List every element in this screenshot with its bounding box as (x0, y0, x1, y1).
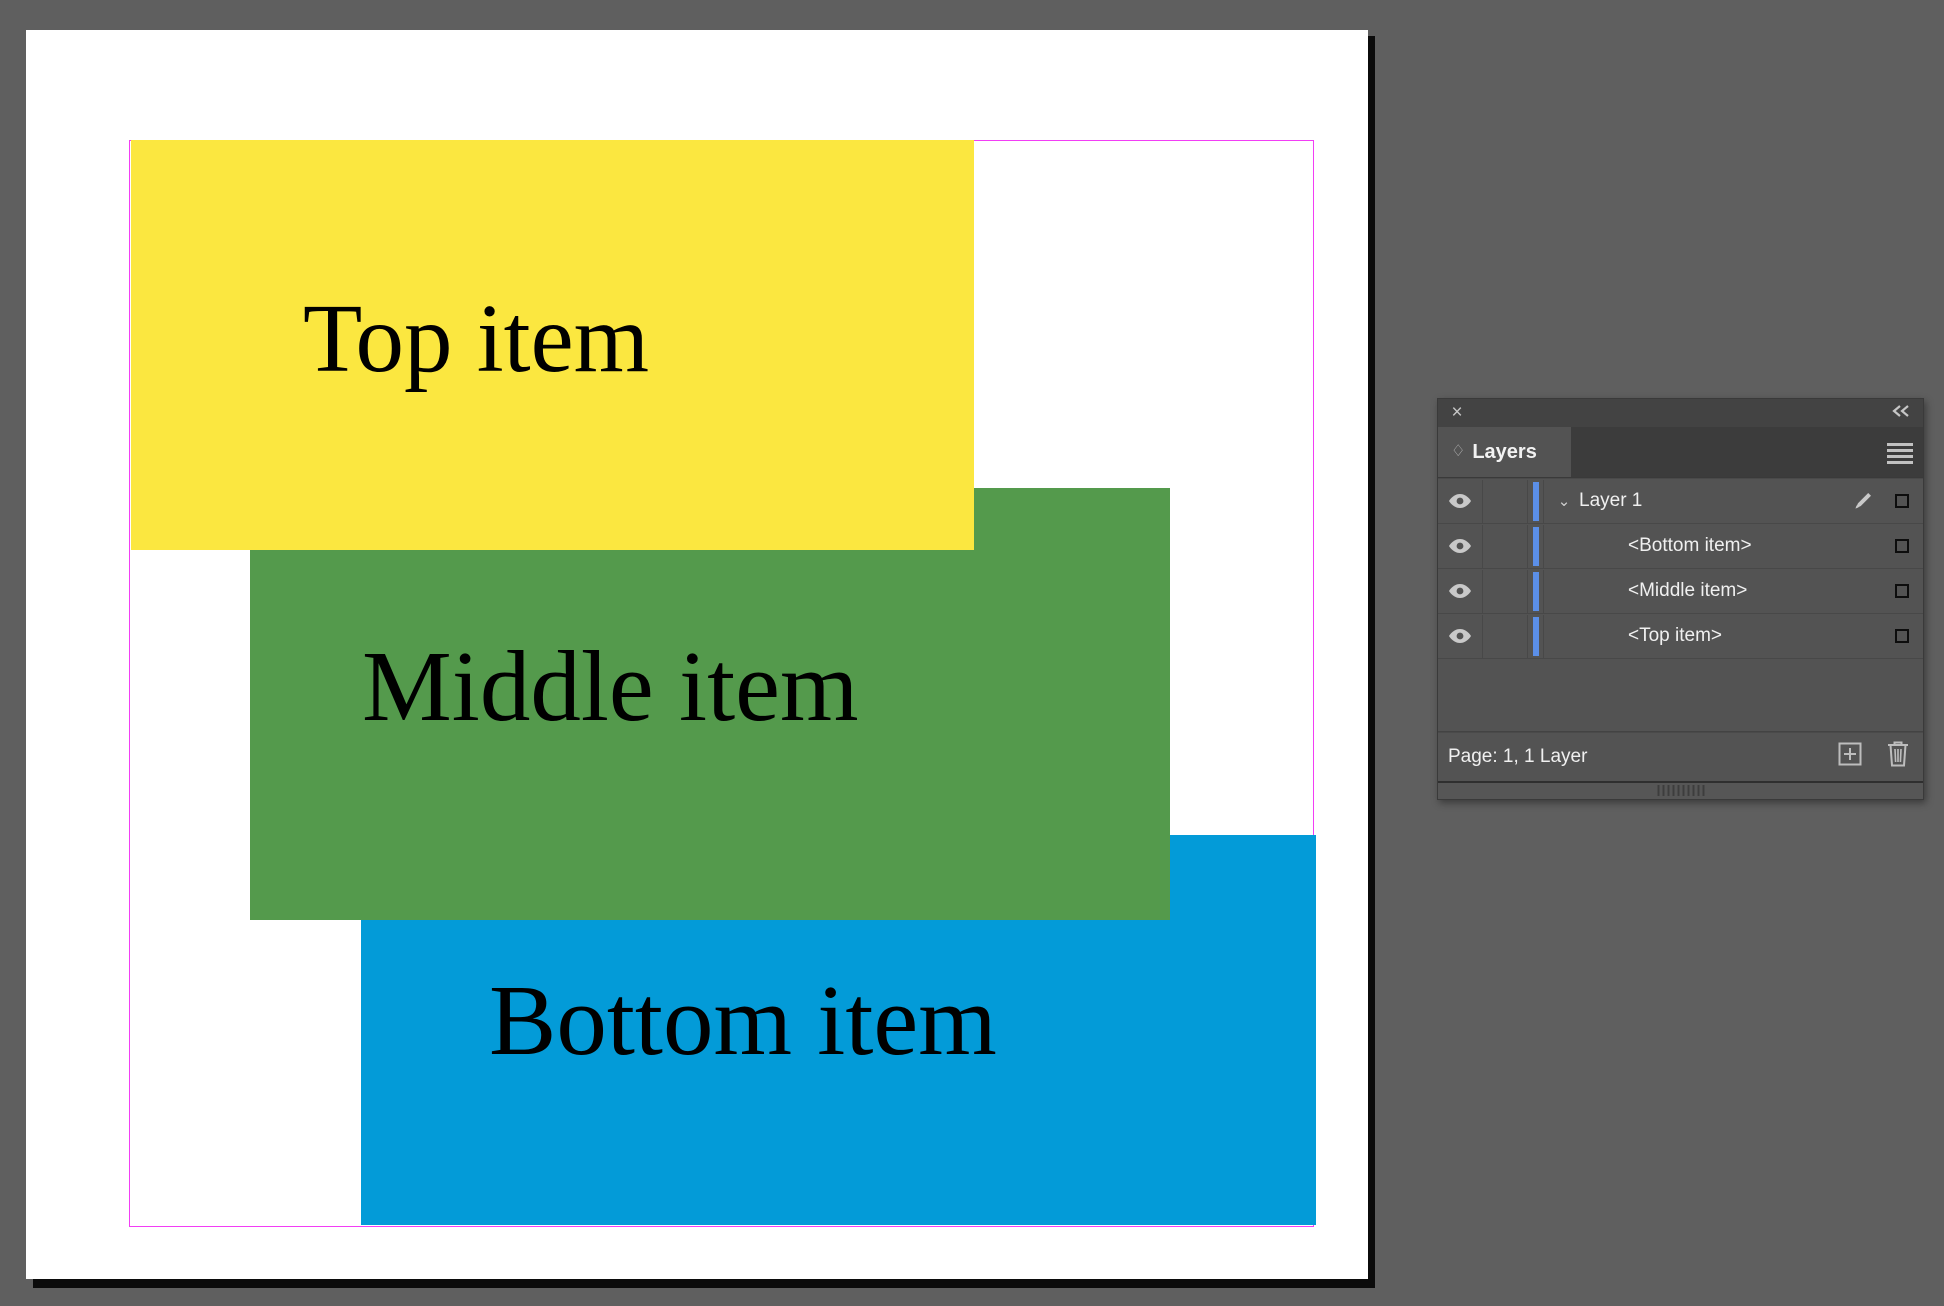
layer-row-middle-item[interactable]: <Middle item> (1438, 569, 1923, 614)
eye-icon (1449, 584, 1471, 598)
target-toggle-bottom-item[interactable] (1881, 539, 1923, 553)
layer-color-bar-layer-1 (1528, 479, 1544, 523)
layer-name-cell-bottom-item[interactable]: <Bottom item> (1544, 525, 1845, 568)
lock-toggle-top-item[interactable] (1483, 614, 1528, 658)
tab-layers-label: Layers (1472, 440, 1537, 463)
visibility-toggle-top-item[interactable] (1438, 614, 1483, 658)
document-canvas[interactable]: Bottom item Middle item Top item (0, 0, 1400, 1306)
layers-panel[interactable]: × ♢ Layers ⌄ Layer 1 <Bottom item> <Midd… (1437, 398, 1924, 800)
panel-menu-icon[interactable] (1887, 443, 1913, 467)
target-square-icon (1895, 584, 1909, 598)
panel-tabbar: ♢ Layers (1438, 427, 1923, 478)
panel-footer: Page: 1, 1 Layer (1438, 732, 1923, 781)
layer-list: ⌄ Layer 1 <Bottom item> <Middle item> <T… (1438, 478, 1923, 732)
layer-label: <Bottom item> (1628, 535, 1752, 556)
art-item-top-label: Top item (303, 285, 650, 392)
target-toggle-layer-1[interactable] (1881, 494, 1923, 508)
panel-resize-grip[interactable] (1438, 781, 1923, 799)
lock-toggle-middle-item[interactable] (1483, 569, 1528, 613)
plus-square-icon (1838, 742, 1862, 766)
layer-color-bar-bottom-item (1528, 524, 1544, 568)
art-item-top[interactable]: Top item (131, 140, 974, 550)
trash-icon (1888, 741, 1908, 767)
target-toggle-top-item[interactable] (1881, 629, 1923, 643)
eye-icon (1449, 494, 1471, 508)
layer-color-bar-top-item (1528, 614, 1544, 658)
menu-line (1887, 443, 1913, 446)
layer-row-layer-1[interactable]: ⌄ Layer 1 (1438, 479, 1923, 524)
art-item-bottom-label: Bottom item (489, 964, 997, 1076)
menu-line (1887, 461, 1913, 464)
panel-group-diamond-icon: ♢ (1451, 443, 1466, 460)
visibility-toggle-bottom-item[interactable] (1438, 524, 1483, 568)
current-layer-pen-icon (1845, 489, 1881, 513)
collapse-panel-icon[interactable] (1891, 402, 1913, 424)
target-toggle-middle-item[interactable] (1881, 584, 1923, 598)
art-item-middle-label: Middle item (362, 630, 859, 742)
tab-layers[interactable]: ♢ Layers (1438, 427, 1571, 477)
target-square-icon (1895, 539, 1909, 553)
layer-color-chip (1532, 616, 1539, 656)
delete-layer-button[interactable] (1885, 740, 1911, 774)
menu-line (1887, 455, 1913, 458)
footer-button-group (1837, 733, 1911, 781)
layer-color-bar-middle-item (1528, 569, 1544, 613)
layer-label: <Top item> (1628, 625, 1722, 646)
eye-icon (1449, 629, 1471, 643)
layer-name-cell-top-item[interactable]: <Top item> (1544, 615, 1845, 658)
layer-name-cell-middle-item[interactable]: <Middle item> (1544, 570, 1845, 613)
layer-row-bottom-item[interactable]: <Bottom item> (1438, 524, 1923, 569)
eye-icon (1449, 539, 1471, 553)
new-layer-button[interactable] (1837, 741, 1863, 773)
panel-titlebar: × (1438, 399, 1923, 427)
chevron-down-icon[interactable]: ⌄ (1551, 492, 1577, 510)
layer-color-chip (1532, 481, 1539, 521)
layer-color-chip (1532, 526, 1539, 566)
lock-toggle-layer-1[interactable] (1483, 479, 1528, 523)
art-item-middle[interactable]: Middle item (250, 488, 1170, 920)
grip-lines (1657, 785, 1704, 796)
layer-color-chip (1532, 571, 1539, 611)
visibility-toggle-middle-item[interactable] (1438, 569, 1483, 613)
layer-name-cell-layer-1[interactable]: ⌄ Layer 1 (1544, 480, 1845, 523)
layer-label: Layer 1 (1579, 490, 1643, 511)
target-square-icon (1895, 494, 1909, 508)
layer-label: <Middle item> (1628, 580, 1748, 601)
layer-row-top-item[interactable]: <Top item> (1438, 614, 1923, 659)
target-square-icon (1895, 629, 1909, 643)
pen-icon (1855, 493, 1871, 509)
document-page[interactable]: Bottom item Middle item Top item (26, 30, 1368, 1279)
double-chevron-left-icon (1892, 405, 1909, 417)
layer-list-empty-area[interactable] (1438, 659, 1923, 732)
visibility-toggle-layer-1[interactable] (1438, 479, 1483, 523)
lock-toggle-bottom-item[interactable] (1483, 524, 1528, 568)
page-layer-status: Page: 1, 1 Layer (1448, 746, 1588, 767)
close-icon[interactable]: × (1446, 402, 1468, 424)
menu-line (1887, 449, 1913, 452)
